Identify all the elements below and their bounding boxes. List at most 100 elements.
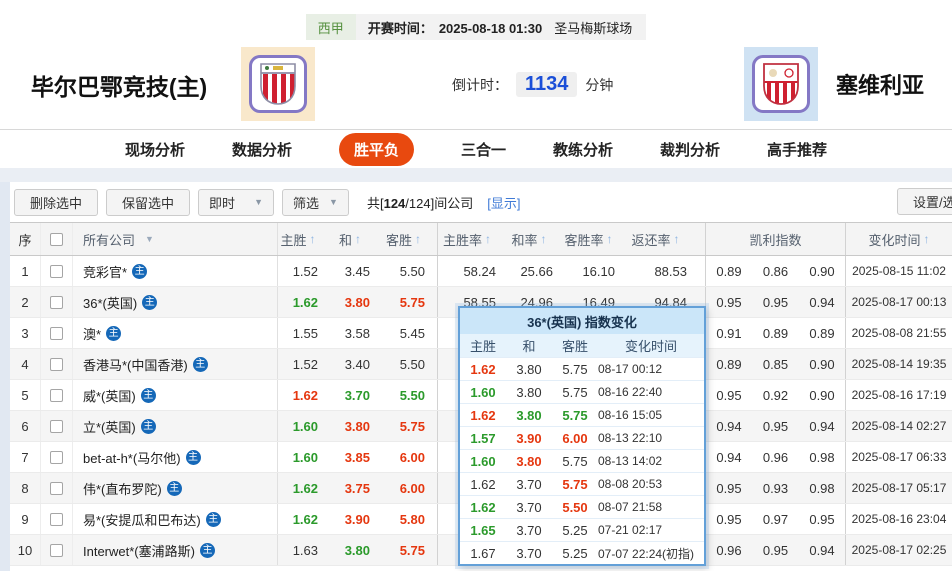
- odds-away: 6.00: [399, 449, 425, 465]
- col-change-time[interactable]: 变化时间 ↑: [845, 223, 952, 255]
- odds-away: 5.75: [399, 542, 425, 558]
- odds-home: 1.57: [470, 430, 496, 446]
- kelly-index-2: 0.92: [762, 387, 789, 403]
- odds-home: 1.52: [277, 256, 330, 286]
- popup-row: 1.65 3.70 5.25 07-21 02:17: [460, 518, 704, 541]
- kelly-index-3: 0.98: [809, 480, 835, 496]
- odds-comparison-page: 西甲 开赛时间： 2025-08-18 01:30 圣马梅斯球场 毕尔巴鄂竞技(主…: [0, 0, 952, 571]
- tab-win-draw-lose[interactable]: 胜平负: [338, 132, 414, 166]
- change-time: 08-13 22:10: [598, 431, 663, 445]
- row-checkbox[interactable]: [50, 264, 63, 278]
- odds-draw: 3.70: [516, 522, 542, 538]
- row-checkbox[interactable]: [50, 512, 63, 526]
- keep-selected-button[interactable]: 保留选中: [106, 188, 191, 216]
- odds-home: 1.62: [277, 504, 330, 534]
- col-return-rate[interactable]: 返还率 ↑: [624, 223, 705, 255]
- row-checkbox[interactable]: [50, 295, 63, 309]
- odds-draw: 3.70: [516, 545, 542, 561]
- main-badge-icon: 主: [142, 294, 158, 310]
- company-cell: 36*(英国) 主: [72, 287, 277, 317]
- company-name[interactable]: 易*(安提瓜和巴布达): [83, 510, 201, 529]
- popup-body: 1.62 3.80 5.75 08-17 00:12 1.60 3.80 5.75 08-16…: [460, 357, 704, 564]
- change-time: 08-07 21:58: [598, 500, 663, 514]
- change-time: 2025-08-17 05:17: [845, 473, 952, 503]
- kelly-index-1: 0.95: [705, 504, 752, 534]
- company-name[interactable]: 立*(英国): [83, 417, 136, 436]
- odds-away: 5.45: [399, 325, 425, 341]
- col-draw-odds[interactable]: 和 ↑: [330, 223, 382, 255]
- row-index: 4: [21, 356, 29, 372]
- row-check-cell: [40, 287, 72, 317]
- main-badge-icon: 主: [199, 542, 215, 558]
- row-checkbox[interactable]: [50, 357, 63, 371]
- sort-up-icon: ↑: [923, 232, 930, 246]
- company-name[interactable]: bet-at-h*(马尔他): [83, 448, 181, 467]
- row-checkbox[interactable]: [50, 388, 63, 402]
- match-info-inner: 西甲 开赛时间： 2025-08-18 01:30 圣马梅斯球场: [305, 14, 647, 40]
- company-name[interactable]: 竞彩官*: [83, 262, 127, 281]
- change-time: 2025-08-15 11:02: [845, 256, 952, 286]
- odds-home: 1.62: [470, 361, 496, 377]
- odds-away: 6.00: [399, 480, 425, 496]
- company-name[interactable]: 威*(英国): [83, 386, 136, 405]
- tab-three-in-one[interactable]: 三合一: [461, 139, 506, 160]
- col-home-odds[interactable]: 主胜 ↑: [277, 223, 330, 255]
- odds-home: 1.62: [470, 499, 496, 515]
- filter-dropdown[interactable]: 筛选 ▼: [282, 188, 349, 216]
- popup-col-home: 主胜: [469, 339, 496, 354]
- company-name[interactable]: 澳*: [83, 324, 101, 343]
- odds-draw: 3.85: [344, 449, 370, 465]
- countdown-unit: 分钟: [585, 76, 614, 93]
- tab-coach-analysis[interactable]: 教练分析: [553, 139, 613, 160]
- popup-col-draw: 和: [522, 339, 536, 354]
- row-check-cell: [40, 442, 72, 472]
- col-away-odds[interactable]: 客胜 ↑: [382, 223, 437, 255]
- kelly-index-2: 0.95: [762, 294, 789, 310]
- row-checkbox[interactable]: [50, 450, 63, 464]
- company-name[interactable]: 香港马*(中国香港): [83, 355, 188, 374]
- sort-up-icon: ↑: [673, 232, 680, 246]
- countdown-label: 倒计时：: [452, 76, 508, 93]
- col-home-rate[interactable]: 主胜率 ↑: [437, 223, 505, 255]
- popup-row: 1.60 3.80 5.75 08-16 22:40: [460, 380, 704, 403]
- instant-dropdown[interactable]: 即时 ▼: [198, 188, 275, 216]
- settings-button[interactable]: 设置/选择: [897, 188, 952, 215]
- away-crest-icon: [763, 63, 799, 105]
- row-checkbox[interactable]: [50, 481, 63, 495]
- chevron-down-icon: ▼: [145, 234, 154, 244]
- change-time: 2025-08-14 02:27: [845, 411, 952, 441]
- row-checkbox[interactable]: [50, 543, 63, 557]
- col-company[interactable]: 所有公司 ▼: [72, 223, 277, 255]
- popup-row: 1.60 3.80 5.75 08-13 14:02: [460, 449, 704, 472]
- tab-data-analysis[interactable]: 数据分析: [232, 139, 292, 160]
- odds-away: 5.50: [399, 356, 425, 372]
- row-checkbox[interactable]: [50, 419, 63, 433]
- col-draw-rate[interactable]: 和率 ↑: [505, 223, 562, 255]
- change-time: 07-21 02:17: [598, 523, 663, 537]
- away-team-name: 塞维利亚: [835, 73, 924, 98]
- company-name[interactable]: 伟*(直布罗陀): [83, 479, 162, 498]
- home-team-name: 毕尔巴鄂竞技(主): [30, 74, 208, 100]
- col-away-rate[interactable]: 客胜率 ↑: [562, 223, 624, 255]
- sort-up-icon: ↑: [355, 232, 361, 246]
- odds-draw: 3.45: [344, 263, 370, 279]
- popup-row: 1.62 3.70 5.75 08-08 20:53: [460, 472, 704, 495]
- company-cell: 香港马*(中国香港) 主: [72, 349, 277, 379]
- odds-away: 5.50: [399, 387, 425, 403]
- company-name[interactable]: Interwet*(塞浦路斯): [83, 541, 195, 560]
- tab-live-analysis[interactable]: 现场分析: [125, 139, 185, 160]
- tab-referee-analysis[interactable]: 裁判分析: [660, 139, 720, 160]
- table-row: 1 竞彩官* 主 1.52 3.45 5.50 58.24 25.66 16.10 88.53 0.…: [10, 256, 952, 287]
- company-name[interactable]: 36*(英国): [83, 293, 137, 312]
- odds-home: 1.60: [277, 442, 330, 472]
- popup-col-away: 客胜: [561, 339, 588, 354]
- show-link[interactable]: [显示]: [487, 193, 520, 212]
- company-cell: 澳* 主: [72, 318, 277, 348]
- select-all-checkbox[interactable]: [50, 232, 63, 246]
- popup-row: 1.62 3.70 5.50 08-07 21:58: [460, 495, 704, 518]
- tab-expert-picks[interactable]: 高手推荐: [767, 139, 827, 160]
- odds-away: 5.75: [562, 361, 588, 377]
- row-checkbox[interactable]: [50, 326, 63, 340]
- odds-home: 1.52: [277, 349, 330, 379]
- delete-selected-button[interactable]: 删除选中: [14, 188, 99, 216]
